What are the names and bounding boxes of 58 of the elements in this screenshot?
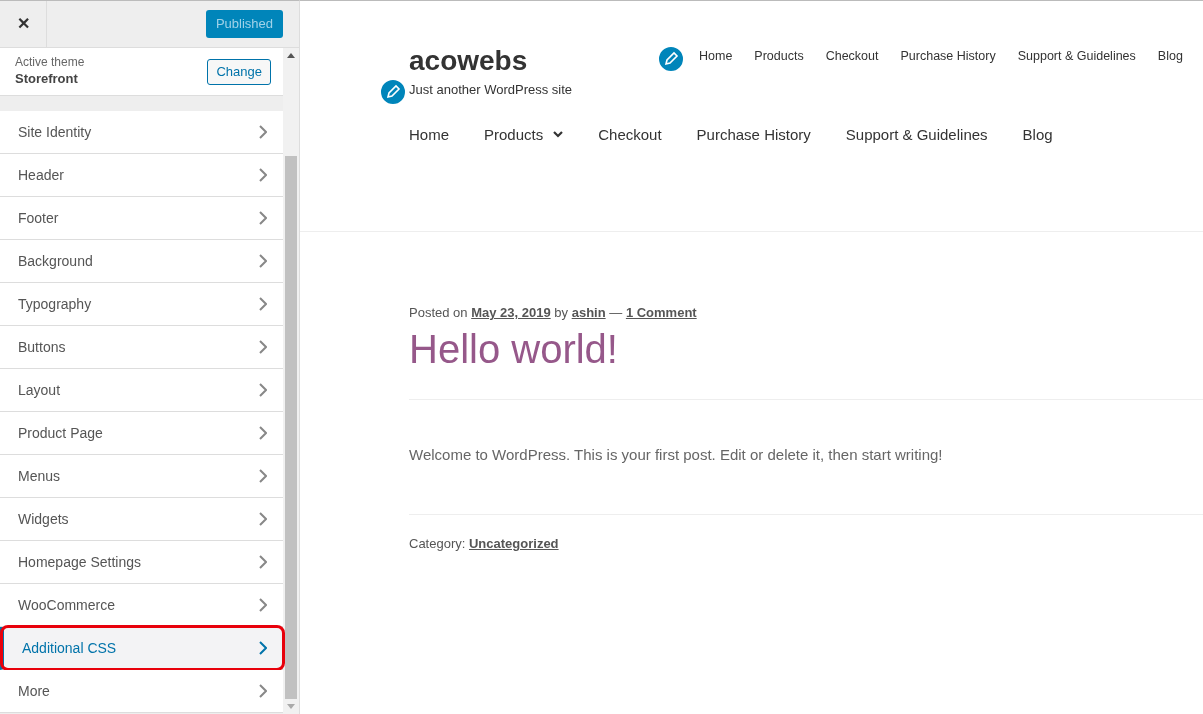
edit-shortcut-icon[interactable] (379, 77, 407, 106)
change-button[interactable]: Change (207, 58, 271, 85)
menu-link[interactable]: Support & Guidelines (845, 123, 988, 146)
menu-link[interactable]: Purchase History (696, 123, 811, 146)
menu-link[interactable]: Checkout (825, 47, 879, 89)
dropdown-caret-icon (553, 131, 564, 139)
section-item[interactable]: More (0, 670, 283, 713)
menu-link[interactable]: Support & Guidelines (1017, 47, 1136, 89)
section-item[interactable]: Homepage Settings (0, 541, 283, 584)
chevron-right-icon (259, 297, 267, 311)
menu-link[interactable]: Products (754, 47, 804, 89)
section-item[interactable]: Widgets (0, 498, 283, 541)
theme-caption: Active theme (15, 54, 86, 69)
meta-link[interactable]: 1 Comment (625, 305, 697, 320)
menu-link[interactable]: Home (699, 47, 733, 89)
chevron-right-icon (259, 469, 267, 483)
theme-name: Storefront (15, 69, 79, 88)
close-button[interactable]: ✕ (0, 1, 47, 47)
section-item[interactable]: Additional CSS (0, 627, 283, 670)
chevron-right-icon (259, 555, 267, 569)
chevron-right-icon (259, 383, 267, 397)
chevron-right-icon (259, 125, 267, 139)
chevron-right-icon (259, 512, 267, 526)
section-item[interactable]: Site Identity (0, 111, 283, 154)
scroll-up-icon[interactable] (287, 53, 295, 58)
chevron-right-icon (259, 641, 267, 655)
category-link[interactable]: Uncategorized (469, 536, 559, 551)
section-item[interactable]: Layout (0, 369, 283, 412)
menu-link[interactable]: Checkout (598, 123, 662, 146)
edit-shortcut-icon[interactable] (657, 45, 685, 73)
menu-link[interactable]: Blog (1157, 47, 1183, 89)
chevron-right-icon (259, 254, 267, 268)
section-item[interactable]: Menus (0, 455, 283, 498)
section-item[interactable]: Background (0, 240, 283, 283)
chevron-right-icon (259, 340, 267, 354)
chevron-right-icon (259, 598, 267, 612)
chevron-right-icon (259, 211, 267, 225)
chevron-right-icon (259, 684, 267, 698)
section-item[interactable]: Typography (0, 283, 283, 326)
section-item[interactable]: Product Page (0, 412, 283, 455)
meta-link[interactable]: ashin (571, 305, 606, 320)
post-title[interactable]: Hello world! (409, 324, 1203, 373)
menu-link[interactable]: Blog (1022, 123, 1053, 146)
menu-link[interactable]: Home (409, 123, 449, 146)
post-category: Category: Uncategorized (409, 535, 560, 553)
site-title[interactable]: acowebs (409, 44, 657, 78)
post-body: Welcome to WordPress. This is your first post. Edit or delete it, then start writing! (409, 444, 944, 465)
chevron-right-icon (259, 168, 267, 182)
post-meta: Posted on May 23, 2019 by ashin — 1 Comment (409, 304, 698, 322)
menu-link[interactable]: Purchase History (900, 47, 996, 89)
meta-link[interactable]: May 23, 2019 (471, 305, 551, 320)
section-item[interactable]: WooCommerce (0, 584, 283, 627)
chevron-right-icon (259, 426, 267, 440)
section-item[interactable]: Header (0, 154, 283, 197)
section-item[interactable]: Buttons (0, 326, 283, 369)
site-tagline: Just another WordPress site (409, 81, 574, 99)
section-item[interactable]: Footer (0, 197, 283, 240)
menu-link[interactable]: Products (484, 123, 564, 146)
